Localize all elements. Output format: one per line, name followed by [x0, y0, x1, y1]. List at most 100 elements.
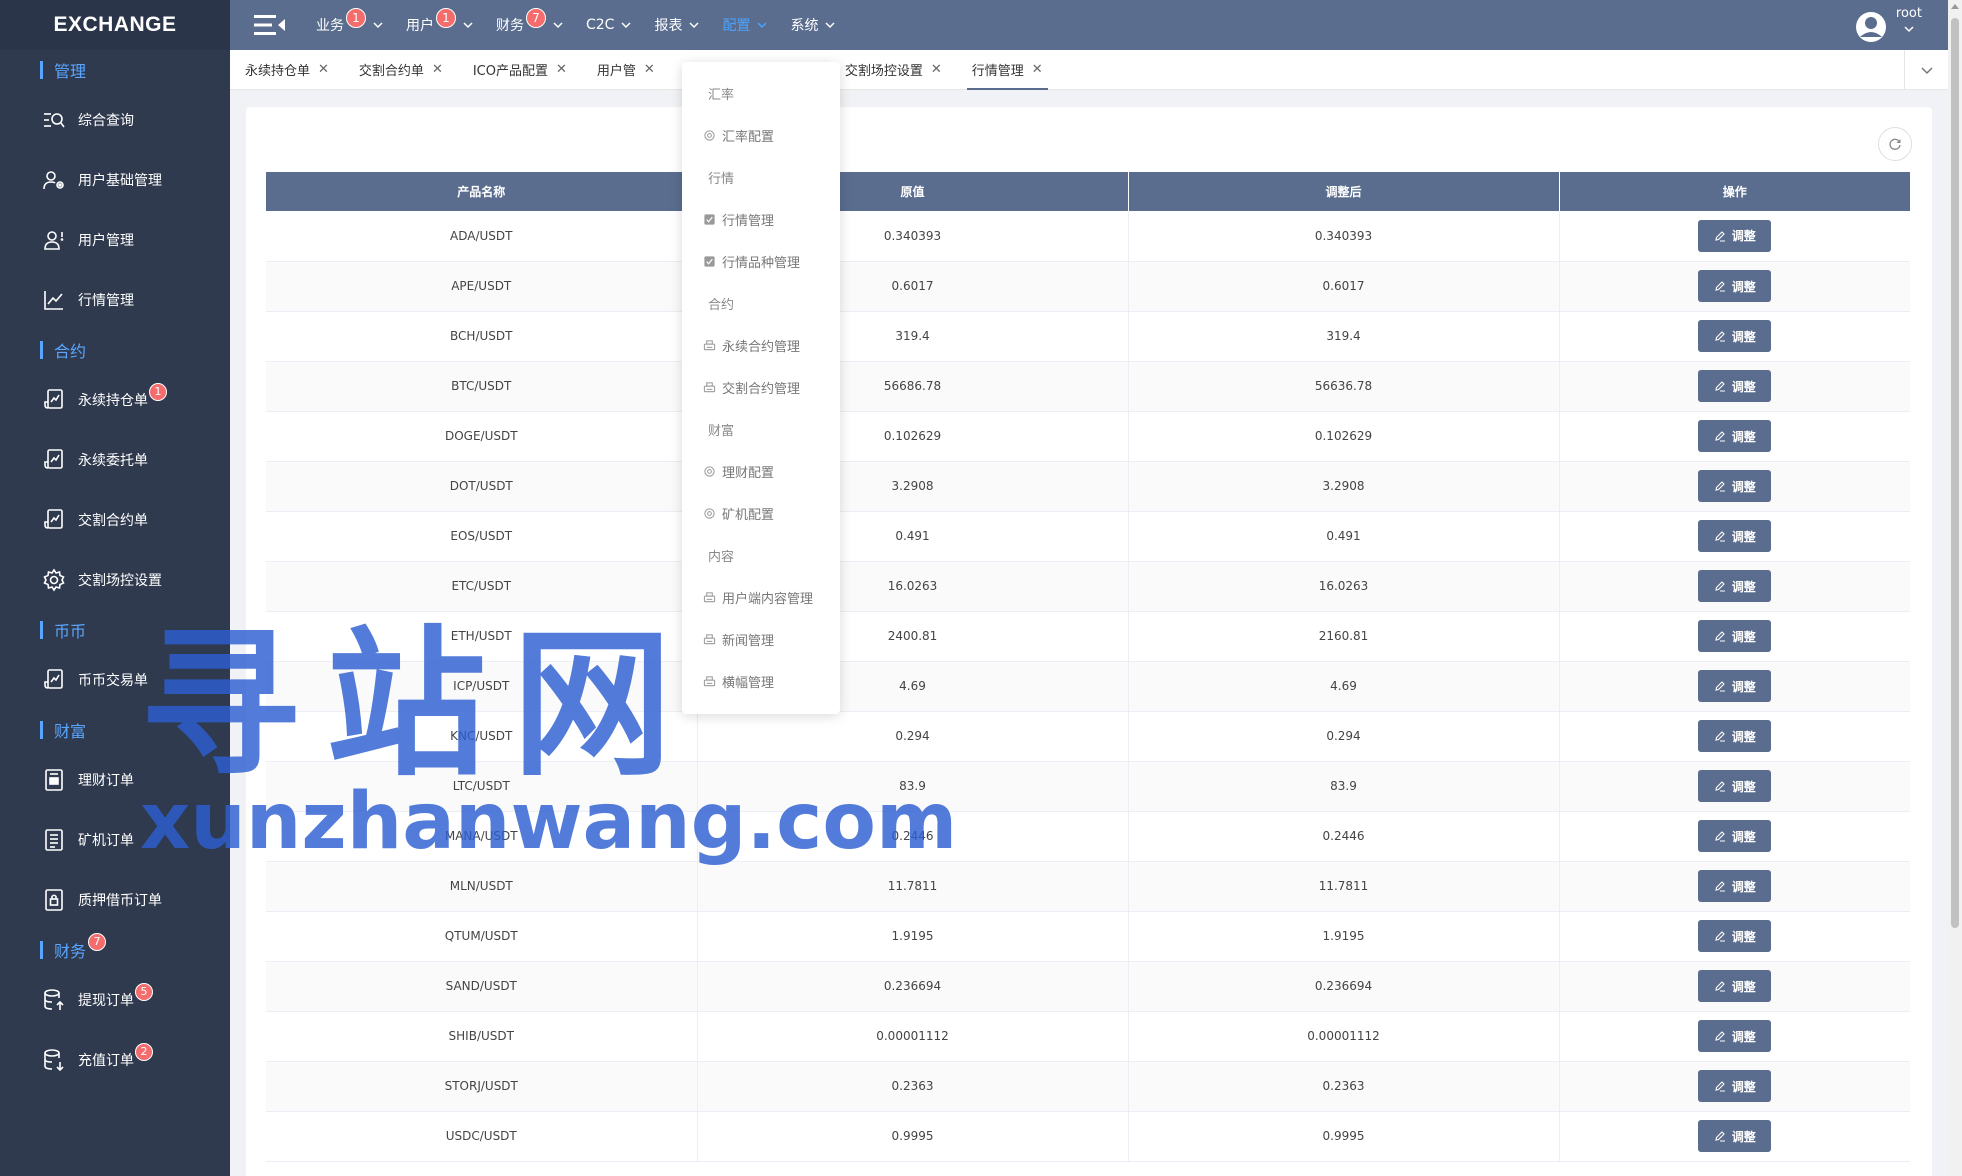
sidebar-group: 币币 [0, 610, 230, 650]
adjust-button[interactable]: 调整 [1698, 620, 1772, 652]
cell-adjusted: 4.69 [1128, 661, 1560, 712]
cell-adjusted: 0.9995 [1128, 1111, 1560, 1162]
top-nav-item[interactable]: C2C [586, 17, 632, 33]
dropdown-item[interactable]: 行情管理 [682, 198, 840, 240]
close-icon[interactable]: ✕ [644, 62, 655, 77]
top-nav-badge: 1 [436, 8, 456, 28]
sidebar-item[interactable]: 质押借币订单 [0, 870, 230, 930]
adjust-button[interactable]: 调整 [1698, 870, 1772, 902]
tab[interactable]: 用户管 ✕ [582, 50, 670, 90]
close-icon[interactable]: ✕ [556, 62, 567, 77]
top-nav-item[interactable]: 配置 [722, 15, 768, 35]
adjust-button[interactable]: 调整 [1698, 270, 1772, 302]
document-chart-icon [42, 448, 66, 472]
adjust-button[interactable]: 调整 [1698, 1120, 1772, 1152]
avatar-icon [1855, 12, 1886, 42]
dropdown-item-label: 行情品种管理 [722, 255, 801, 271]
adjust-button[interactable]: 调整 [1698, 570, 1772, 602]
sidebar-item[interactable]: 充值订单 2 [0, 1030, 230, 1090]
tab[interactable]: 行情管理 ✕ [957, 50, 1058, 90]
chevron-down-icon [621, 22, 631, 29]
adjust-button[interactable]: 调整 [1698, 670, 1772, 702]
dropdown-item[interactable]: 永续合约管理 [682, 324, 840, 366]
adjust-button[interactable]: 调整 [1698, 1070, 1772, 1102]
sidebar-item[interactable]: 永续持仓单 1 [0, 370, 230, 430]
sidebar-item[interactable]: 综合查询 [0, 90, 230, 150]
page-scrollbar[interactable] [1948, 0, 1962, 1176]
adjust-button-label: 调整 [1731, 779, 1756, 794]
sidebar-group-label: 币币 [54, 622, 87, 641]
close-icon[interactable]: ✕ [1032, 62, 1043, 77]
dropdown-item[interactable]: 交割合约管理 [682, 366, 840, 408]
sidebar-item-label: 行情管理 [78, 293, 134, 309]
cell-original: 0.9995 [697, 1111, 1129, 1162]
sidebar-item[interactable]: 用户管理 [0, 210, 230, 270]
scrollbar-thumb[interactable] [1951, 18, 1959, 928]
tab[interactable]: 交割合约单 ✕ [344, 50, 458, 90]
sidebar-item[interactable]: 提现订单 5 [0, 970, 230, 1030]
close-icon[interactable]: ✕ [432, 62, 443, 77]
top-nav-item[interactable]: 系统 [790, 15, 836, 35]
dropdown-item[interactable]: 汇率配置 [682, 114, 840, 156]
table-row: USDC/USDT 0.9995 0.9995 调整 [266, 1111, 1910, 1162]
sidebar-item[interactable]: 交割合约单 [0, 490, 230, 550]
dropdown-item[interactable]: 矿机配置 [682, 492, 840, 534]
sidebar-item[interactable]: 用户基础管理 [0, 150, 230, 210]
dropdown-item[interactable]: 用户端内容管理 [682, 576, 840, 618]
adjust-button[interactable]: 调整 [1698, 370, 1772, 402]
adjust-button-label: 调整 [1731, 929, 1756, 944]
menu-collapse-icon[interactable] [252, 12, 288, 38]
printer-icon [703, 339, 722, 352]
adjust-button[interactable]: 调整 [1698, 970, 1772, 1002]
adjust-button[interactable]: 调整 [1698, 420, 1772, 452]
refresh-button[interactable] [1878, 127, 1912, 161]
cell-adjusted: 0.6017 [1128, 261, 1560, 312]
tab-label: 用户管 [596, 64, 636, 79]
adjust-button[interactable]: 调整 [1698, 219, 1772, 252]
tab-label: 行情管理 [971, 64, 1024, 79]
tab[interactable]: 永续持仓单 ✕ [230, 50, 344, 90]
adjust-button[interactable]: 调整 [1698, 520, 1772, 552]
tabs-more-button[interactable] [1904, 50, 1948, 90]
dropdown-item[interactable]: 行情品种管理 [682, 240, 840, 282]
close-icon[interactable]: ✕ [318, 62, 329, 77]
user-menu[interactable]: root [1854, 6, 1922, 44]
adjust-button[interactable]: 调整 [1698, 470, 1772, 502]
adjust-button-label: 调整 [1731, 879, 1756, 894]
adjust-button[interactable]: 调整 [1698, 920, 1772, 952]
user-name: root [1895, 6, 1922, 21]
cell-action: 调整 [1559, 561, 1910, 612]
sidebar-item-label: 用户基础管理 [78, 173, 162, 189]
sidebar-item[interactable]: 交割场控设置 [0, 550, 230, 610]
adjust-button-label: 调整 [1731, 379, 1756, 394]
top-nav-item[interactable]: 报表 [654, 15, 700, 35]
adjust-button-label: 调整 [1731, 429, 1756, 444]
top-nav-item[interactable]: 财务 7 [496, 8, 564, 35]
adjust-button[interactable]: 调整 [1698, 1020, 1772, 1052]
adjust-button-label: 调整 [1731, 679, 1756, 694]
column-header-action: 操作 [1559, 172, 1910, 211]
dropdown-item[interactable]: 横幅管理 [682, 660, 840, 702]
cell-adjusted: 0.2446 [1128, 811, 1560, 862]
adjust-button[interactable]: 调整 [1698, 770, 1772, 802]
sidebar-group: 合约 [0, 330, 230, 370]
sidebar-item[interactable]: 理财订单 [0, 750, 230, 810]
sidebar-item[interactable]: 矿机订单 [0, 810, 230, 870]
dropdown-item[interactable]: 新闻管理 [682, 618, 840, 660]
tab[interactable]: 交割场控设置 ✕ [830, 50, 957, 90]
close-icon[interactable]: ✕ [931, 62, 942, 77]
adjust-button[interactable]: 调整 [1698, 320, 1772, 352]
top-nav-item[interactable]: 业务 1 [316, 8, 384, 35]
adjust-button[interactable]: 调整 [1698, 720, 1772, 752]
dropdown-item[interactable]: 理财配置 [682, 450, 840, 492]
sidebar-item[interactable]: 行情管理 [0, 270, 230, 330]
tab[interactable]: ICO产品配置 ✕ [458, 50, 582, 90]
dropdown-item-label: 理财配置 [722, 465, 775, 481]
sidebar-item[interactable]: 永续委托单 [0, 430, 230, 490]
scroll-up-arrow[interactable] [1951, 4, 1959, 9]
cell-adjusted: 11.7811 [1128, 861, 1560, 912]
edit-icon [1715, 1081, 1725, 1092]
sidebar-item[interactable]: 币币交易单 [0, 650, 230, 710]
top-nav-item[interactable]: 用户 1 [406, 8, 474, 35]
adjust-button[interactable]: 调整 [1698, 820, 1772, 852]
